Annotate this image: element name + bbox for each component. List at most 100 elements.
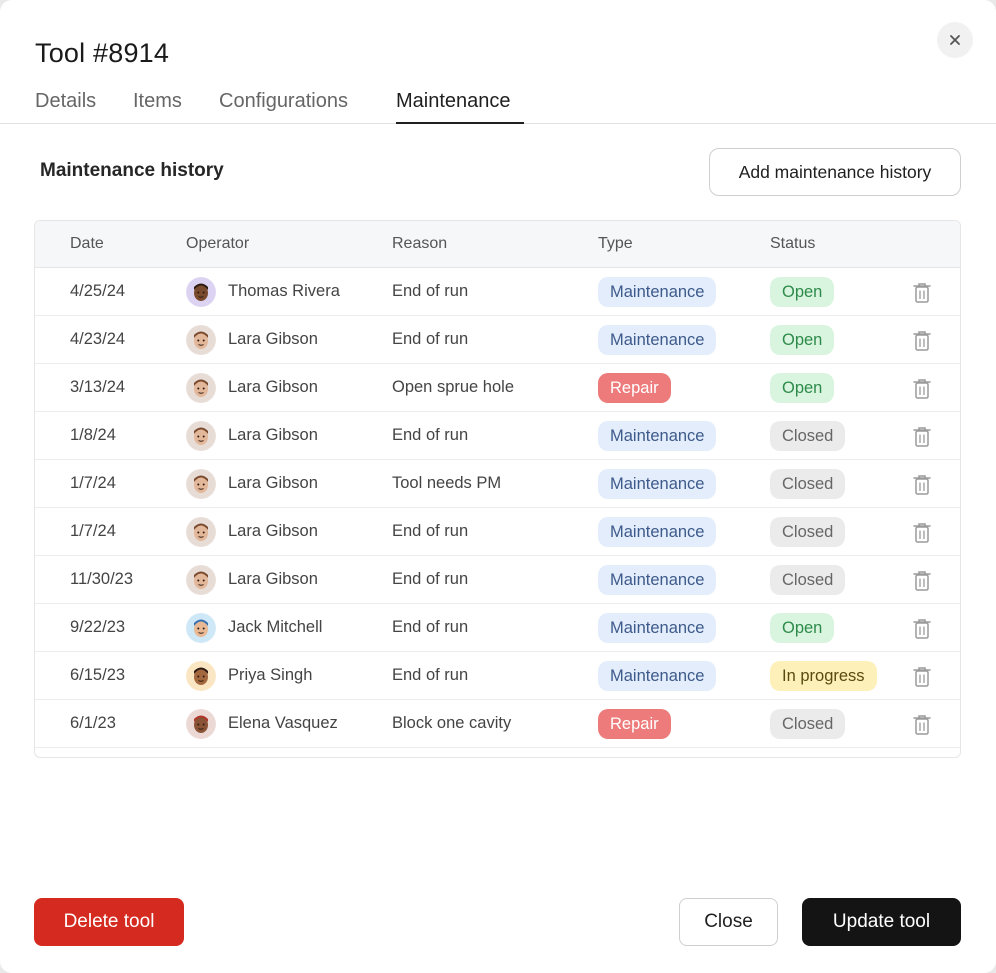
status-badge: Closed — [770, 709, 846, 739]
status-badge: Closed — [770, 469, 846, 499]
status-badge: Open — [770, 613, 835, 643]
status-badge: In progress — [770, 661, 877, 691]
tab-bar: Details Items Configurations Maintenance — [0, 84, 996, 124]
cell-operator: Lara Gibson — [228, 522, 318, 540]
table-row[interactable]: 1/7/24 Lara Gibson Tool needs PM Maintenanc… — [35, 460, 960, 508]
status-badge: Closed — [770, 565, 846, 595]
delete-tool-button[interactable]: Delete tool — [34, 898, 184, 946]
cell-reason: End of run — [392, 330, 469, 348]
type-badge: Maintenance — [598, 421, 717, 451]
avatar — [186, 421, 216, 451]
header-operator: Operator — [186, 235, 250, 252]
cell-date: 3/13/24 — [70, 378, 126, 396]
type-badge: Maintenance — [598, 613, 717, 643]
type-badge: Maintenance — [598, 277, 717, 307]
table-row[interactable]: 3/13/24 Lara Gibson Open sprue hole Repair O… — [35, 364, 960, 412]
trash-icon[interactable] — [911, 473, 933, 497]
cell-date: 9/22/23 — [70, 618, 126, 636]
status-badge: Open — [770, 373, 835, 403]
cell-operator: Lara Gibson — [228, 570, 318, 588]
cell-date: 4/25/24 — [70, 282, 126, 300]
table-row[interactable]: 6/15/23 Priya Singh End of run Maintenance I… — [35, 652, 960, 700]
tab-details[interactable]: Details — [35, 90, 96, 124]
cell-date: 4/23/24 — [70, 330, 126, 348]
cell-date: 6/1/23 — [70, 714, 116, 732]
cell-date: 6/15/23 — [70, 666, 126, 684]
cell-reason: End of run — [392, 618, 469, 636]
trash-icon[interactable] — [911, 377, 933, 401]
avatar — [186, 277, 216, 307]
trash-icon[interactable] — [911, 569, 933, 593]
avatar — [186, 325, 216, 355]
cell-date: 11/30/23 — [70, 570, 134, 588]
cell-operator: Lara Gibson — [228, 474, 318, 492]
table-row[interactable]: 6/1/23 Elena Vasquez Block one cavity Repai… — [35, 700, 960, 748]
cell-reason: End of run — [392, 282, 469, 300]
cell-reason: End of run — [392, 426, 469, 444]
section-title: Maintenance history — [40, 160, 224, 181]
status-badge: Open — [770, 325, 835, 355]
close-icon — [950, 35, 960, 45]
tab-items[interactable]: Items — [133, 90, 182, 124]
table-row[interactable]: 9/22/23 Jack Mitchell End of run Maintenanc… — [35, 604, 960, 652]
cell-operator: Priya Singh — [228, 666, 313, 684]
modal-close-button[interactable] — [937, 22, 973, 58]
cell-date: 1/8/24 — [70, 426, 116, 444]
table-row[interactable]: 4/23/24 Lara Gibson End of run Maintenance O… — [35, 316, 960, 364]
status-badge: Closed — [770, 517, 846, 547]
status-badge: Open — [770, 277, 835, 307]
table-row[interactable]: 1/7/24 Lara Gibson End of run Maintenance Cl… — [35, 508, 960, 556]
type-badge: Repair — [598, 373, 671, 403]
update-tool-button[interactable]: Update tool — [802, 898, 961, 946]
trash-icon[interactable] — [911, 521, 933, 545]
cell-reason: End of run — [392, 570, 469, 588]
table-row[interactable]: 4/25/24 Thomas Rivera End of run Maintenanc… — [35, 268, 960, 316]
table-header: Date Operator Reason Type Status — [35, 221, 960, 268]
avatar — [186, 469, 216, 499]
header-status: Status — [770, 235, 816, 252]
type-badge: Maintenance — [598, 517, 717, 547]
avatar — [186, 565, 216, 595]
avatar — [186, 709, 216, 739]
trash-icon[interactable] — [911, 665, 933, 689]
maintenance-table: Date Operator Reason Type Status 4/25/24… — [34, 220, 961, 758]
close-button[interactable]: Close — [679, 898, 778, 946]
type-badge: Maintenance — [598, 565, 717, 595]
tab-maintenance[interactable]: Maintenance — [396, 90, 524, 124]
type-badge: Maintenance — [598, 325, 717, 355]
cell-reason: Tool needs PM — [392, 474, 502, 492]
type-badge: Maintenance — [598, 661, 717, 691]
cell-operator: Lara Gibson — [228, 330, 318, 348]
table-row[interactable]: 11/30/23 Lara Gibson End of run Maintenance… — [35, 556, 960, 604]
cell-operator: Jack Mitchell — [228, 618, 323, 636]
add-maintenance-history-button[interactable]: Add maintenance history — [709, 148, 961, 196]
trash-icon[interactable] — [911, 281, 933, 305]
cell-operator: Lara Gibson — [228, 378, 318, 396]
tool-modal: Tool #8914 Details Items Configurations … — [0, 0, 996, 973]
cell-operator: Lara Gibson — [228, 426, 318, 444]
cell-reason: End of run — [392, 522, 469, 540]
trash-icon[interactable] — [911, 713, 933, 737]
type-badge: Maintenance — [598, 469, 717, 499]
avatar — [186, 517, 216, 547]
avatar — [186, 373, 216, 403]
status-badge: Closed — [770, 421, 846, 451]
cell-reason: Block one cavity — [392, 714, 512, 732]
tab-configurations[interactable]: Configurations — [219, 90, 348, 124]
cell-date: 1/7/24 — [70, 522, 116, 540]
cell-reason: Open sprue hole — [392, 378, 515, 396]
avatar — [186, 613, 216, 643]
cell-reason: End of run — [392, 666, 469, 684]
trash-icon[interactable] — [911, 329, 933, 353]
table-row[interactable]: 1/8/24 Lara Gibson End of run Maintenance Cl… — [35, 412, 960, 460]
modal-title: Tool #8914 — [35, 38, 170, 68]
header-reason: Reason — [392, 235, 448, 252]
cell-date: 1/7/24 — [70, 474, 116, 492]
avatar — [186, 661, 216, 691]
header-type: Type — [598, 235, 633, 252]
trash-icon[interactable] — [911, 425, 933, 449]
trash-icon[interactable] — [911, 617, 933, 641]
cell-operator: Elena Vasquez — [228, 714, 338, 732]
cell-operator: Thomas Rivera — [228, 282, 340, 300]
header-date: Date — [70, 235, 104, 252]
